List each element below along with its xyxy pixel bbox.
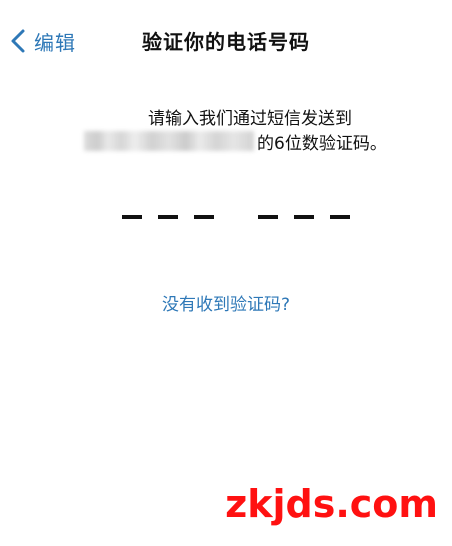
code-slot-5 (294, 215, 314, 219)
code-slot-1 (122, 215, 142, 219)
code-slot-4 (258, 215, 278, 219)
code-slot-6 (330, 215, 350, 219)
verification-code-input[interactable] (118, 203, 354, 233)
navigation-bar: 编辑 验证你的电话号码 (0, 0, 452, 80)
watermark-text: zkjds.com (225, 482, 438, 526)
instruction-suffix: 的6位数验证码。 (257, 133, 387, 154)
masked-phone-number (84, 131, 254, 151)
resend-code-link[interactable]: 没有收到验证码? (0, 290, 452, 315)
page-title: 验证你的电话号码 (142, 30, 310, 54)
code-slot-2 (158, 215, 178, 219)
code-slot-3 (194, 215, 214, 219)
instruction-line-1: 请输入我们通过短信发送到 (148, 109, 352, 129)
instruction-line-2: 的6位数验证码。 (84, 128, 387, 154)
